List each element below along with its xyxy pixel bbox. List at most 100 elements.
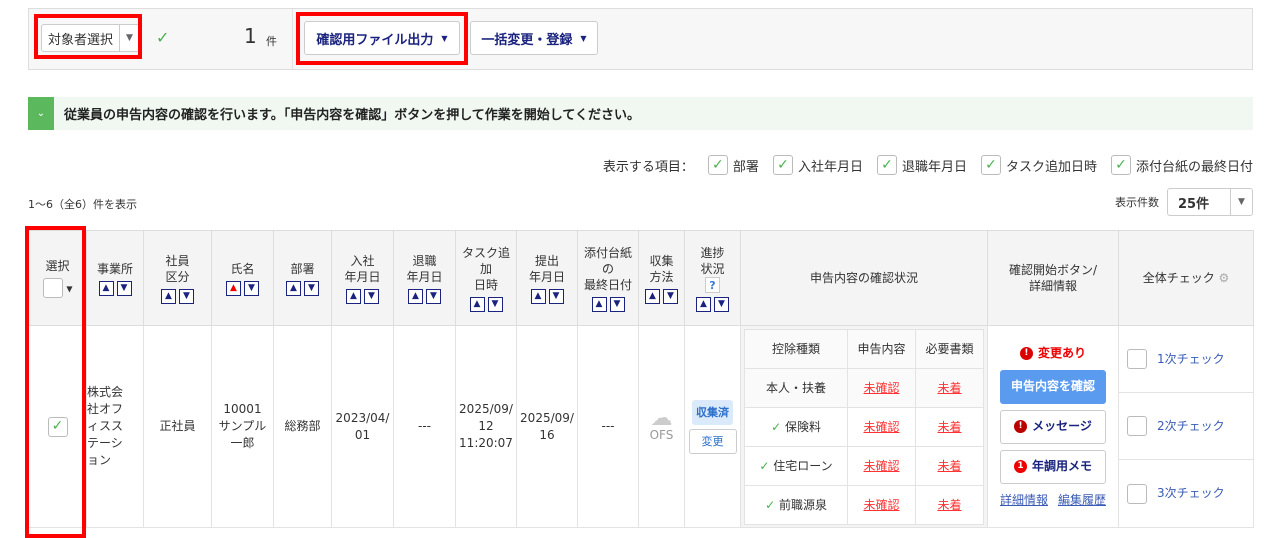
deduction-row: ✓ 住宅ローン 未確認 未着 (743, 445, 984, 486)
deduction-table: 控除種類 申告内容 必要書類 本人・扶養 未確認 未着 ✓ 保険料 未確認 未着 ✓ 住宅ローン… (743, 328, 984, 525)
checkbox[interactable] (1127, 349, 1147, 369)
check-icon: ✓ (771, 419, 785, 434)
check-3[interactable]: 3次チェック (1119, 460, 1253, 527)
display-item-attach[interactable]: ✓ 添付台紙の最終日付 (1110, 155, 1253, 175)
status-cell: 収集済 変更 (684, 325, 741, 528)
docs-status-link[interactable]: 未着 (937, 381, 961, 395)
content-status-link[interactable]: 未確認 (864, 498, 900, 512)
divider (292, 9, 293, 69)
docs-status-link[interactable]: 未着 (937, 498, 961, 512)
target-select-dropdown[interactable]: 対象者選択 ▼ (41, 24, 141, 52)
sort-desc-icon[interactable]: ▼ (609, 296, 625, 312)
employee-table: 選択 ▼ 事業所 ▲ ▼ 社員 区分 ▲ ▼ 氏名 ▲ ▼ 部署 ▲ ▼ 入社 年月日 ▲ ▼ 退職 年月日 ▲ ▼… (28, 230, 1254, 528)
content-cell: 未確認 (847, 406, 916, 447)
docs-status-link[interactable]: 未着 (937, 459, 961, 473)
sort-desc-icon[interactable]: ▼ (116, 280, 132, 296)
sort-asc-icon[interactable]: ▲ (530, 288, 546, 304)
checkbox-checked[interactable]: ✓ (707, 155, 728, 175)
checkbox[interactable] (1127, 483, 1147, 504)
change-button[interactable]: 変更 (688, 428, 737, 454)
docs-cell: 未着 (915, 445, 984, 486)
sort-buttons: ▲ ▼ (696, 296, 729, 312)
checkbox-checked[interactable]: ✓ (876, 155, 897, 175)
sort-asc-icon[interactable]: ▲ (645, 288, 660, 304)
sort-asc-icon[interactable]: ▲ (408, 288, 423, 304)
select-cell: ✓ (28, 325, 87, 528)
column-header: 氏名 ▲ ▼ (211, 230, 274, 326)
caret-down-icon[interactable]: ▼ (66, 285, 72, 294)
export-file-button[interactable]: 確認用ファイル出力 ▼ (304, 21, 460, 55)
bulk-change-button[interactable]: 一括変更・登録 ▼ (470, 21, 598, 55)
sort-buttons: ▲ ▼ (469, 296, 503, 312)
checkbox[interactable] (1127, 416, 1147, 436)
column-header: 部署 ▲ ▼ (273, 230, 332, 326)
attach-date: --- (577, 325, 639, 528)
sort-asc-icon[interactable]: ▲ (346, 288, 361, 304)
sort-asc-icon[interactable]: ▲ (161, 288, 176, 304)
message-button[interactable]: ! メッセージ (1000, 409, 1106, 444)
content-status-link[interactable]: 未確認 (864, 459, 900, 473)
column-header: 収集 方法 ▲ ▼ (638, 230, 685, 326)
submit-date: 2025/09/ 16 (516, 325, 578, 528)
changed-status: ! 変更あり (988, 345, 1118, 362)
column-header: 申告内容の確認状況 (740, 230, 988, 326)
sort-desc-icon[interactable]: ▼ (179, 288, 194, 304)
sort-desc-icon[interactable]: ▼ (663, 288, 678, 304)
retire-date: --- (393, 325, 456, 528)
sort-desc-icon[interactable]: ▼ (244, 280, 259, 296)
checkbox-checked[interactable]: ✓ (772, 155, 793, 175)
sort-asc-icon[interactable]: ▲ (98, 280, 114, 296)
memo-button[interactable]: 1 年調用メモ (1000, 449, 1106, 484)
display-item-task[interactable]: ✓ タスク追加日時 (980, 155, 1097, 175)
display-item-hire[interactable]: ✓ 入社年月日 (772, 155, 863, 175)
memo-badge: 1 (1013, 460, 1027, 473)
sort-desc-icon[interactable]: ▼ (548, 288, 564, 304)
sort-desc-icon[interactable]: ▼ (426, 288, 441, 304)
sort-asc-icon[interactable]: ▲ (696, 296, 711, 312)
deduction-row: ✓ 前職源泉 未確認 未着 (743, 484, 984, 525)
sort-desc-icon[interactable]: ▼ (304, 280, 319, 296)
content-cell: 未確認 (847, 367, 916, 408)
content-status-link[interactable]: 未確認 (864, 420, 900, 434)
row-checkbox[interactable]: ✓ (47, 416, 68, 437)
caret-down-icon: ▼ (441, 33, 448, 43)
help-icon[interactable]: ? (685, 276, 740, 293)
sort-desc-icon[interactable]: ▼ (364, 288, 379, 304)
notice-bar: ⌄ 従業員の申告内容の確認を行います。「申告内容を確認」ボタンを押して作業を開始し… (28, 97, 1253, 130)
check-icon: ✓ (156, 28, 170, 47)
sort-asc-icon[interactable]: ▲ (226, 280, 241, 296)
select-all[interactable]: ▼ (29, 278, 86, 298)
sort-asc-icon[interactable]: ▲ (591, 296, 607, 312)
chevron-down-icon[interactable]: ⌄ (28, 97, 54, 130)
confirm-status-cell: 控除種類 申告内容 必要書類 本人・扶養 未確認 未着 ✓ 保険料 未確認 未着 ✓ 住宅ローン… (740, 325, 988, 528)
check-2[interactable]: 2次チェック (1119, 393, 1253, 460)
sort-asc-icon[interactable]: ▲ (469, 296, 485, 312)
checkbox-checked[interactable]: ✓ (1110, 155, 1131, 175)
check-1[interactable]: 1次チェック (1119, 326, 1253, 393)
display-item-dept[interactable]: ✓ 部署 (707, 155, 759, 175)
gear-icon[interactable]: ⚙ (1219, 271, 1230, 285)
per-page: 表示件数 25件 ▼ (1115, 188, 1253, 216)
confirm-button[interactable]: 申告内容を確認 (1000, 369, 1106, 404)
task-date: 2025/09/ 12 11:20:07 (455, 325, 517, 528)
display-item-retire[interactable]: ✓ 退職年月日 (876, 155, 967, 175)
docs-status-link[interactable]: 未着 (937, 420, 961, 434)
deduction-row: ✓ 保険料 未確認 未着 (743, 406, 984, 447)
sort-asc-icon[interactable]: ▲ (286, 280, 301, 296)
check-cell: 1次チェック 2次チェック 3次チェック (1118, 325, 1254, 528)
sort-desc-icon[interactable]: ▼ (487, 296, 503, 312)
office: 株式会 社オフ ィスス テーシ ョン (86, 325, 144, 528)
detail-link[interactable]: 詳細情報 (1000, 492, 1048, 509)
sort-desc-icon[interactable]: ▼ (714, 296, 729, 312)
deduction-type: ✓ 住宅ローン (743, 445, 849, 486)
history-link[interactable]: 編集履歴 (1058, 492, 1106, 509)
sort-buttons: ▲ ▼ (408, 288, 441, 304)
checkbox[interactable] (42, 278, 63, 298)
table-row: ✓ 株式会 社オフ ィスス テーシ ョン 正社員 10001 サンプル 一郎 総… (28, 325, 1254, 528)
column-header: 社員 区分 ▲ ▼ (143, 230, 212, 326)
content-status-link[interactable]: 未確認 (864, 381, 900, 395)
checkbox-checked[interactable]: ✓ (980, 155, 1001, 175)
per-page-select[interactable]: 25件 ▼ (1167, 188, 1253, 216)
column-header: 確認開始ボタン/ 詳細情報 (987, 230, 1119, 326)
caret-down-icon: ▼ (580, 33, 587, 43)
